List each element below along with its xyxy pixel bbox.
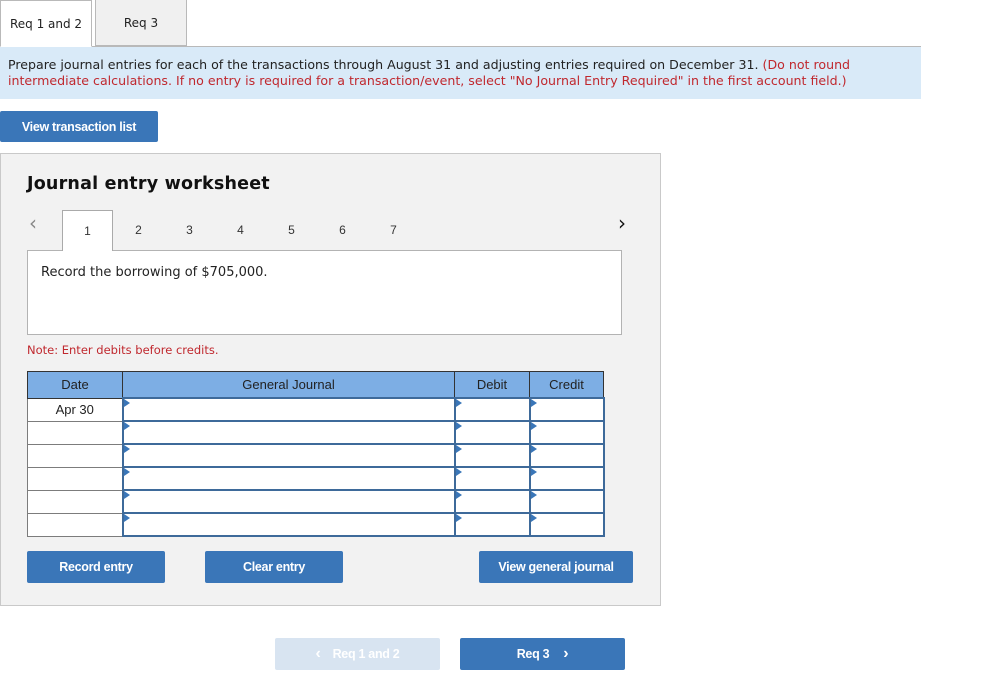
date-cell bbox=[27, 420, 123, 445]
debit-input[interactable] bbox=[455, 514, 529, 535]
table-row bbox=[27, 420, 605, 445]
dropdown-flag-icon bbox=[123, 422, 130, 430]
account-input[interactable] bbox=[123, 514, 454, 535]
worksheet-title: Journal entry worksheet bbox=[27, 174, 270, 194]
credit-input[interactable] bbox=[530, 468, 603, 489]
date-cell bbox=[27, 443, 123, 468]
credit-input[interactable] bbox=[530, 514, 603, 535]
date-cell bbox=[27, 489, 123, 514]
header-date: Date bbox=[27, 371, 123, 399]
credit-input[interactable] bbox=[530, 445, 603, 466]
dropdown-flag-icon bbox=[530, 399, 537, 407]
dropdown-flag-icon bbox=[455, 491, 462, 499]
account-input[interactable] bbox=[123, 491, 454, 512]
table-row bbox=[27, 512, 605, 537]
dropdown-flag-icon bbox=[455, 399, 462, 407]
transaction-description-text: Record the borrowing of $705,000. bbox=[41, 265, 268, 280]
table-row: Apr 30 bbox=[27, 397, 605, 422]
prev-requirement-button[interactable]: ‹ Req 1 and 2 bbox=[275, 638, 440, 670]
account-input[interactable] bbox=[123, 445, 454, 466]
dropdown-flag-icon bbox=[455, 422, 462, 430]
dropdown-flag-icon bbox=[455, 445, 462, 453]
dropdown-flag-icon bbox=[530, 514, 537, 522]
account-input[interactable] bbox=[123, 468, 454, 489]
dropdown-flag-icon bbox=[530, 468, 537, 476]
clear-entry-button[interactable]: Clear entry bbox=[205, 551, 343, 583]
debit-input[interactable] bbox=[455, 399, 529, 420]
next-requirement-label: Req 3 bbox=[516, 647, 550, 661]
table-row bbox=[27, 489, 605, 514]
record-entry-button[interactable]: Record entry bbox=[27, 551, 165, 583]
chevron-left-icon: ‹ bbox=[315, 645, 321, 662]
date-cell bbox=[27, 466, 123, 491]
instructions-text: Prepare journal entries for each of the … bbox=[8, 57, 759, 72]
debit-input[interactable] bbox=[455, 491, 529, 512]
dropdown-flag-icon bbox=[123, 445, 130, 453]
page-tab-2[interactable]: 2 bbox=[113, 210, 164, 250]
debit-input[interactable] bbox=[455, 468, 529, 489]
page-tab-4[interactable]: 4 bbox=[215, 210, 266, 250]
prev-page-chevron-icon[interactable]: ‹ bbox=[29, 211, 37, 235]
tab-req-1-and-2[interactable]: Req 1 and 2 bbox=[0, 0, 92, 47]
dropdown-flag-icon bbox=[530, 445, 537, 453]
view-transaction-list-button[interactable]: View transaction list bbox=[0, 111, 158, 142]
instructions-banner: Prepare journal entries for each of the … bbox=[0, 47, 921, 99]
table-row bbox=[27, 443, 605, 468]
view-general-journal-button[interactable]: View general journal bbox=[479, 551, 633, 583]
next-requirement-button[interactable]: Req 3 › bbox=[460, 638, 625, 670]
account-input[interactable] bbox=[123, 422, 454, 443]
page-tab-1[interactable]: 1 bbox=[62, 210, 113, 251]
credit-input[interactable] bbox=[530, 399, 603, 420]
header-debit: Debit bbox=[454, 371, 530, 399]
dropdown-flag-icon bbox=[455, 514, 462, 522]
date-cell: Apr 30 bbox=[27, 397, 123, 422]
debit-input[interactable] bbox=[455, 445, 529, 466]
debits-credits-note: Note: Enter debits before credits. bbox=[27, 343, 219, 357]
dropdown-flag-icon bbox=[123, 399, 130, 407]
header-general-journal: General Journal bbox=[122, 371, 455, 399]
dropdown-flag-icon bbox=[123, 468, 130, 476]
date-cell bbox=[27, 512, 123, 537]
page-tab-6[interactable]: 6 bbox=[317, 210, 368, 250]
dropdown-flag-icon bbox=[123, 491, 130, 499]
table-row bbox=[27, 466, 605, 491]
chevron-right-icon: › bbox=[563, 645, 569, 662]
dropdown-flag-icon bbox=[123, 514, 130, 522]
dropdown-flag-icon bbox=[530, 422, 537, 430]
header-credit: Credit bbox=[529, 371, 604, 399]
transaction-description: Record the borrowing of $705,000. bbox=[27, 250, 622, 335]
dropdown-flag-icon bbox=[530, 491, 537, 499]
journal-entry-table: Date General Journal Debit Credit Apr 30 bbox=[27, 371, 605, 537]
prev-requirement-label: Req 1 and 2 bbox=[332, 647, 400, 661]
credit-input[interactable] bbox=[530, 422, 603, 443]
credit-input[interactable] bbox=[530, 491, 603, 512]
account-input[interactable] bbox=[123, 399, 454, 420]
page-tab-5[interactable]: 5 bbox=[266, 210, 317, 250]
page-tab-7[interactable]: 7 bbox=[368, 210, 419, 250]
tab-req-3[interactable]: Req 3 bbox=[95, 0, 187, 46]
requirement-tabs: Req 1 and 2 Req 3 bbox=[0, 0, 921, 47]
debit-input[interactable] bbox=[455, 422, 529, 443]
dropdown-flag-icon bbox=[455, 468, 462, 476]
next-page-chevron-icon[interactable]: › bbox=[618, 211, 626, 235]
page-tab-3[interactable]: 3 bbox=[164, 210, 215, 250]
